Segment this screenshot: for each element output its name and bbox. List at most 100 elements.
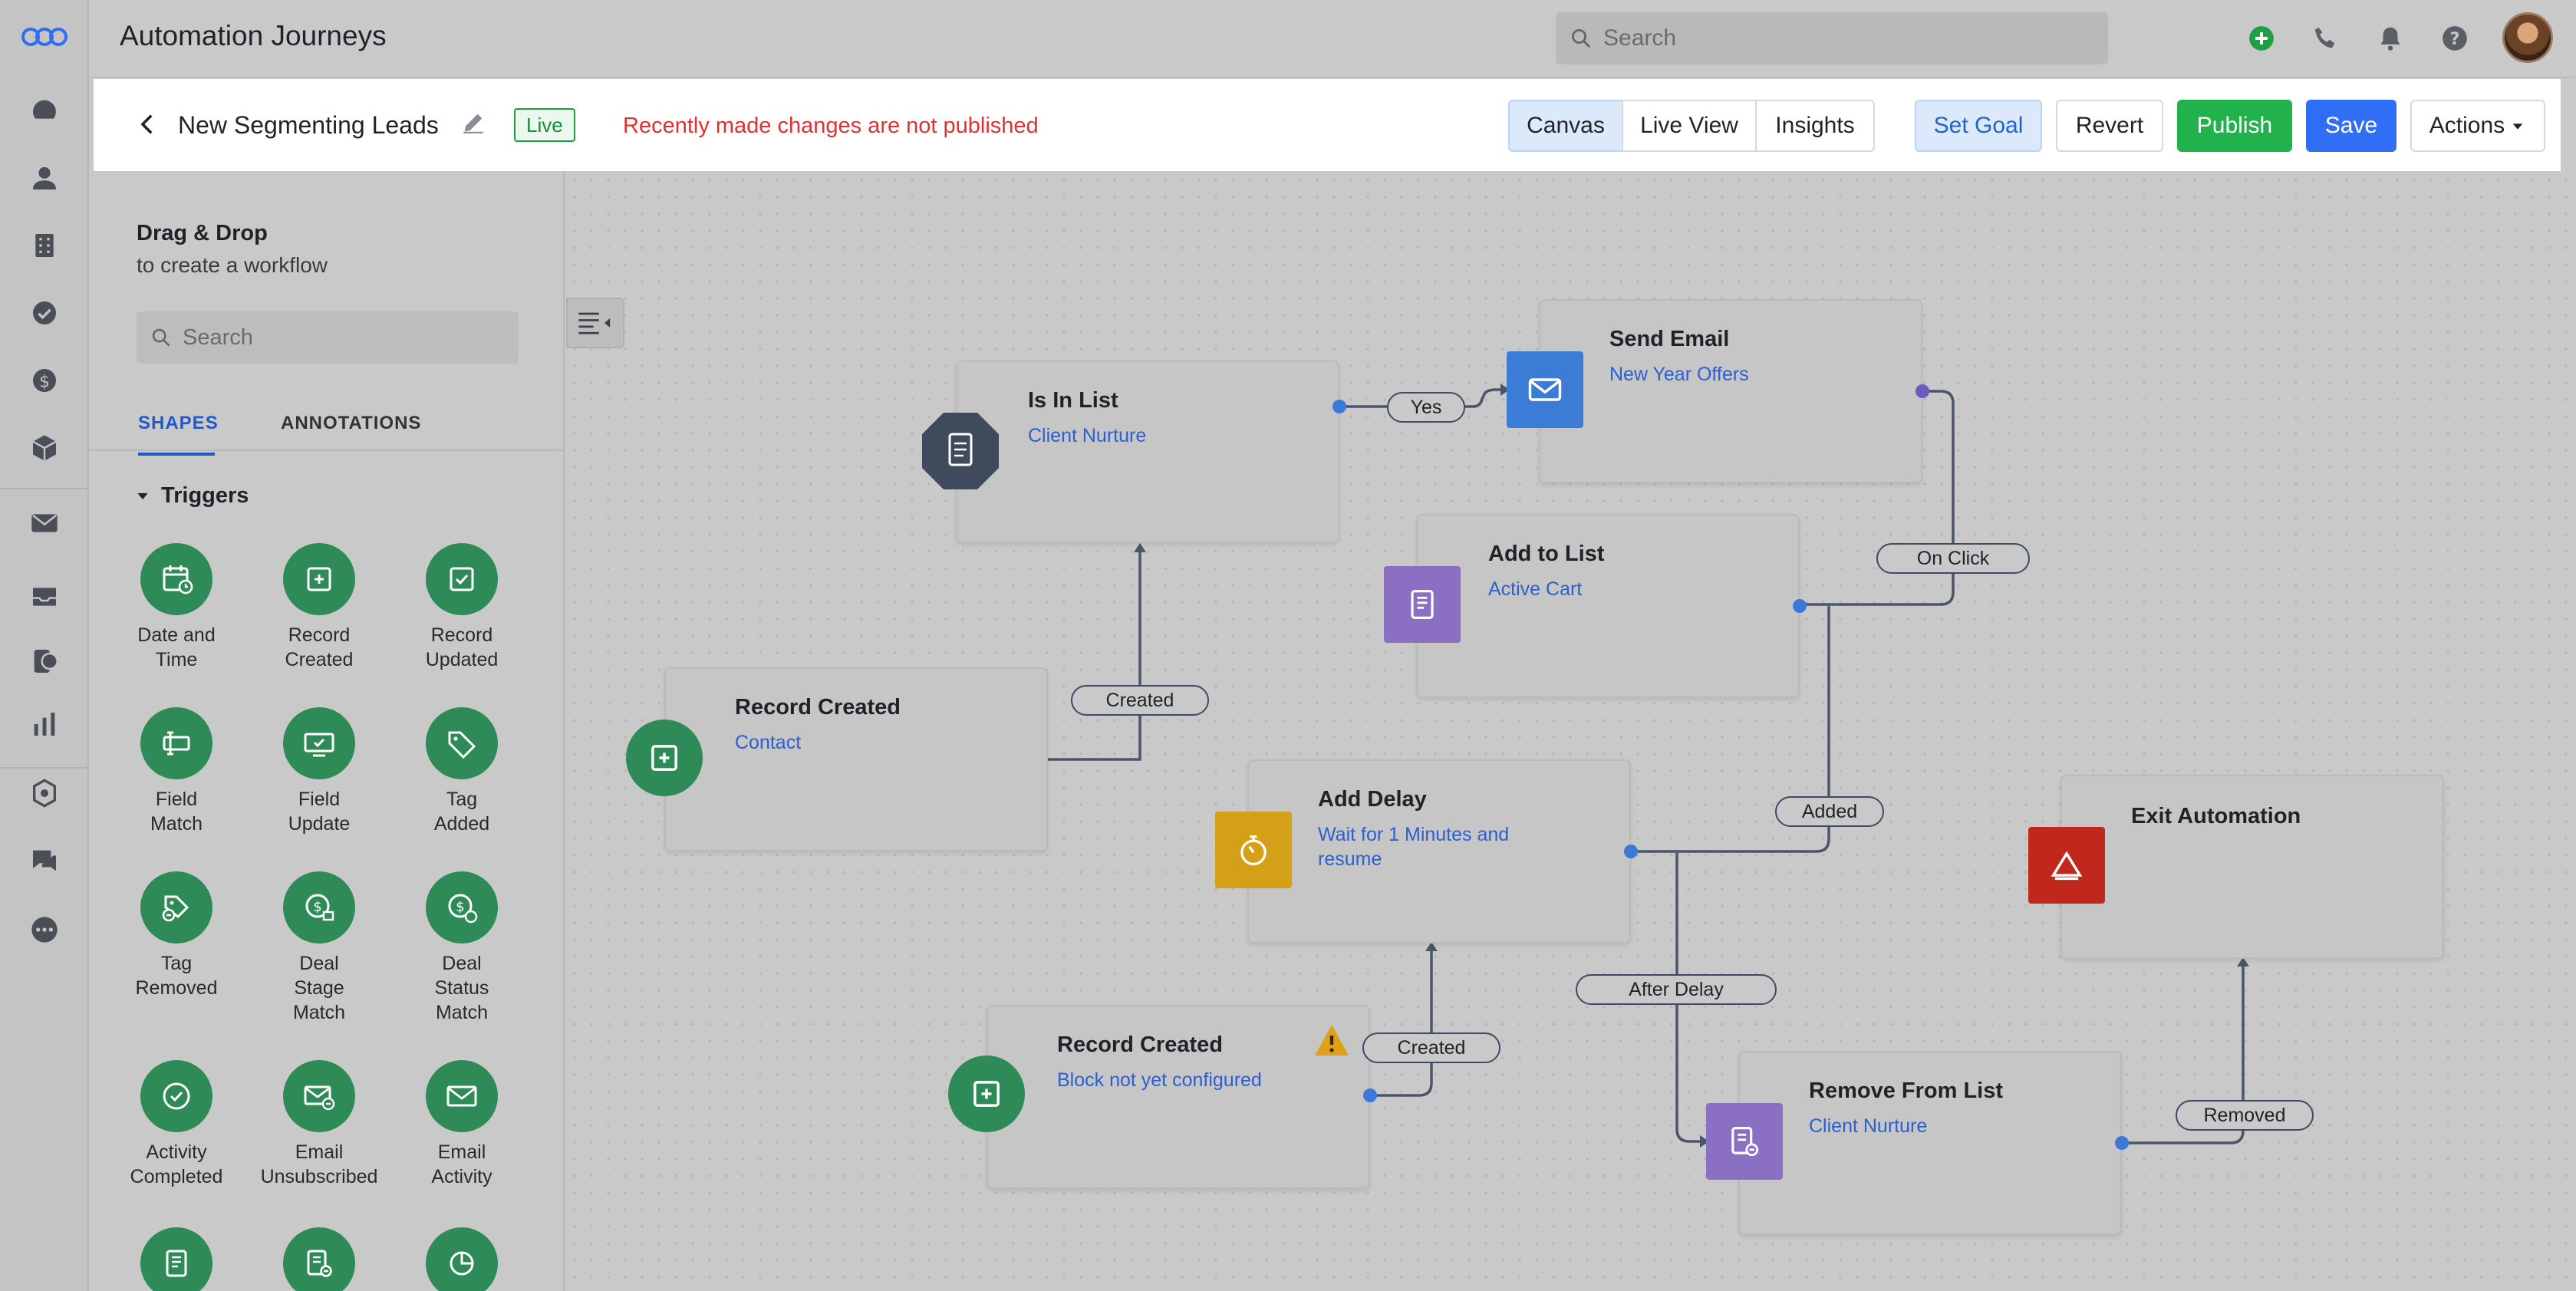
tab-annotations[interactable]: ANNOTATIONS <box>281 413 421 434</box>
shape-partial[interactable] <box>242 1227 396 1291</box>
shape-partial[interactable] <box>100 1227 253 1291</box>
caret-down-icon <box>2512 124 2523 130</box>
status-badge: Live <box>514 108 575 142</box>
automation-icon[interactable] <box>26 775 63 812</box>
deals-icon[interactable]: $ <box>26 362 63 399</box>
form-icon <box>426 1227 498 1291</box>
shape-partial[interactable] <box>385 1227 539 1291</box>
output-port[interactable] <box>1363 1088 1377 1102</box>
tasks-icon[interactable] <box>26 295 63 331</box>
pencil-icon[interactable] <box>460 110 488 137</box>
svg-text:$: $ <box>313 899 321 915</box>
node-title: Exit Automation <box>2131 804 2301 828</box>
edge-label-created[interactable]: Created <box>1362 1032 1500 1063</box>
save-button[interactable]: Save <box>2306 100 2396 152</box>
shape-tag-added[interactable]: Tag Added <box>385 707 539 836</box>
back-button[interactable] <box>130 107 166 142</box>
edge-label-yes[interactable]: Yes <box>1387 392 1465 423</box>
shape-email-activity[interactable]: Email Activity <box>385 1060 539 1189</box>
shape-label: Deal Stage Match <box>292 953 346 1023</box>
companies-icon[interactable] <box>26 227 63 264</box>
products-icon[interactable] <box>26 430 63 466</box>
journey-name: New Segmenting Leads <box>178 111 439 139</box>
check-circle-icon <box>140 1060 212 1132</box>
node-subtitle: Client Nurture <box>1809 1115 1928 1137</box>
node-subtitle: Active Cart <box>1488 578 1583 600</box>
edge-label-on-click[interactable]: On Click <box>1876 543 2030 574</box>
global-search-input[interactable] <box>1603 25 2064 51</box>
node-remove-from-list[interactable]: Remove From List Client Nurture <box>1738 1051 2122 1235</box>
shape-field-update[interactable]: Field Update <box>242 707 396 836</box>
svg-text:$: $ <box>39 372 50 391</box>
global-search[interactable] <box>1556 12 2108 64</box>
node-record-created-unconfigured[interactable]: Record Created Block not yet configured <box>987 1005 1370 1189</box>
panel-title: Drag & Drop <box>137 221 268 245</box>
shape-deal-stage-match[interactable]: $ Deal Stage Match <box>242 871 396 1025</box>
output-port[interactable] <box>2115 1136 2129 1150</box>
shape-record-updated[interactable]: Record Updated <box>385 543 539 672</box>
edge-label-removed[interactable]: Removed <box>2176 1100 2314 1131</box>
node-is-in-list[interactable]: Is In List Client Nurture <box>956 361 1339 543</box>
record-created-trigger-icon <box>948 1056 1025 1132</box>
node-send-email[interactable]: Send Email New Year Offers <box>1539 299 1922 483</box>
user-avatar[interactable] <box>2502 12 2553 63</box>
more-icon[interactable] <box>26 911 63 948</box>
shape-label: Record Updated <box>425 624 499 670</box>
collapse-panel-button[interactable] <box>566 298 624 348</box>
contacts-icon[interactable] <box>26 160 63 196</box>
node-add-to-list[interactable]: Add to List Active Cart <box>1416 514 1800 698</box>
tab-live-view[interactable]: Live View <box>1622 100 1757 152</box>
edge-label-created[interactable]: Created <box>1071 685 1209 716</box>
deal-stage-icon: $ <box>283 871 355 944</box>
input-port[interactable] <box>1624 845 1638 858</box>
node-add-delay[interactable]: Add Delay Wait for 1 Minutes and resume <box>1247 759 1631 944</box>
tab-canvas[interactable]: Canvas <box>1508 100 1623 152</box>
actions-button[interactable]: Actions <box>2410 100 2545 152</box>
revert-button[interactable]: Revert <box>2056 100 2163 152</box>
shape-label: Activity Completed <box>130 1141 223 1187</box>
top-bar: Automation Journeys ? <box>89 0 2576 78</box>
edge-label-added[interactable]: Added <box>1775 796 1884 827</box>
node-exit-automation[interactable]: Exit Automation <box>2060 775 2444 959</box>
node-record-created-contact[interactable]: Record Created Contact <box>664 667 1048 851</box>
bell-icon[interactable] <box>2373 21 2407 55</box>
chevron-left-icon <box>140 114 153 134</box>
node-subtitle: Wait for 1 Minutes and resume <box>1318 824 1510 870</box>
email-icon[interactable] <box>26 505 63 542</box>
app-logo-icon[interactable] <box>20 18 69 55</box>
plus-square-icon <box>283 543 355 615</box>
tab-shapes[interactable]: SHAPES <box>138 413 219 434</box>
shape-deal-status-match[interactable]: $ Deal Status Match <box>385 871 539 1025</box>
output-port[interactable] <box>1332 400 1346 413</box>
shape-record-created[interactable]: Record Created <box>242 543 396 672</box>
shape-activity-completed[interactable]: Activity Completed <box>100 1060 253 1189</box>
shapes-search[interactable] <box>137 311 519 364</box>
set-goal-button[interactable]: Set Goal <box>1915 100 2042 152</box>
help-icon[interactable]: ? <box>2438 21 2472 55</box>
chat-icon[interactable] <box>26 842 63 879</box>
triggers-section-title: Triggers <box>161 483 249 508</box>
output-port[interactable] <box>1916 384 1929 398</box>
inbox-icon[interactable] <box>26 578 63 615</box>
condition-list-icon <box>921 411 1000 491</box>
shape-tag-removed[interactable]: Tag Removed <box>100 871 253 1000</box>
add-icon[interactable] <box>2245 21 2278 55</box>
shapes-search-input[interactable] <box>183 324 505 351</box>
reports-icon[interactable] <box>26 706 63 743</box>
triggers-section-toggle[interactable]: Triggers <box>135 483 249 509</box>
shape-field-match[interactable]: Field Match <box>100 707 253 836</box>
shape-label: Field Match <box>150 789 203 835</box>
svg-text:?: ? <box>2450 29 2460 49</box>
warning-icon[interactable] <box>1313 1023 1350 1057</box>
email-unsub-icon <box>283 1060 355 1132</box>
shape-email-unsubscribed[interactable]: Email Unsubscribed <box>242 1060 396 1189</box>
dashboard-icon[interactable] <box>26 92 63 129</box>
phone-icon[interactable] <box>2309 21 2343 55</box>
shape-date-and-time[interactable]: Date and Time <box>100 543 253 672</box>
tab-insights[interactable]: Insights <box>1755 100 1875 152</box>
publish-button[interactable]: Publish <box>2177 100 2292 152</box>
forms-icon[interactable] <box>26 643 63 680</box>
input-port[interactable] <box>1793 599 1807 613</box>
panel-subtitle: to create a workflow <box>137 253 328 277</box>
edge-label-after-delay[interactable]: After Delay <box>1576 974 1777 1005</box>
